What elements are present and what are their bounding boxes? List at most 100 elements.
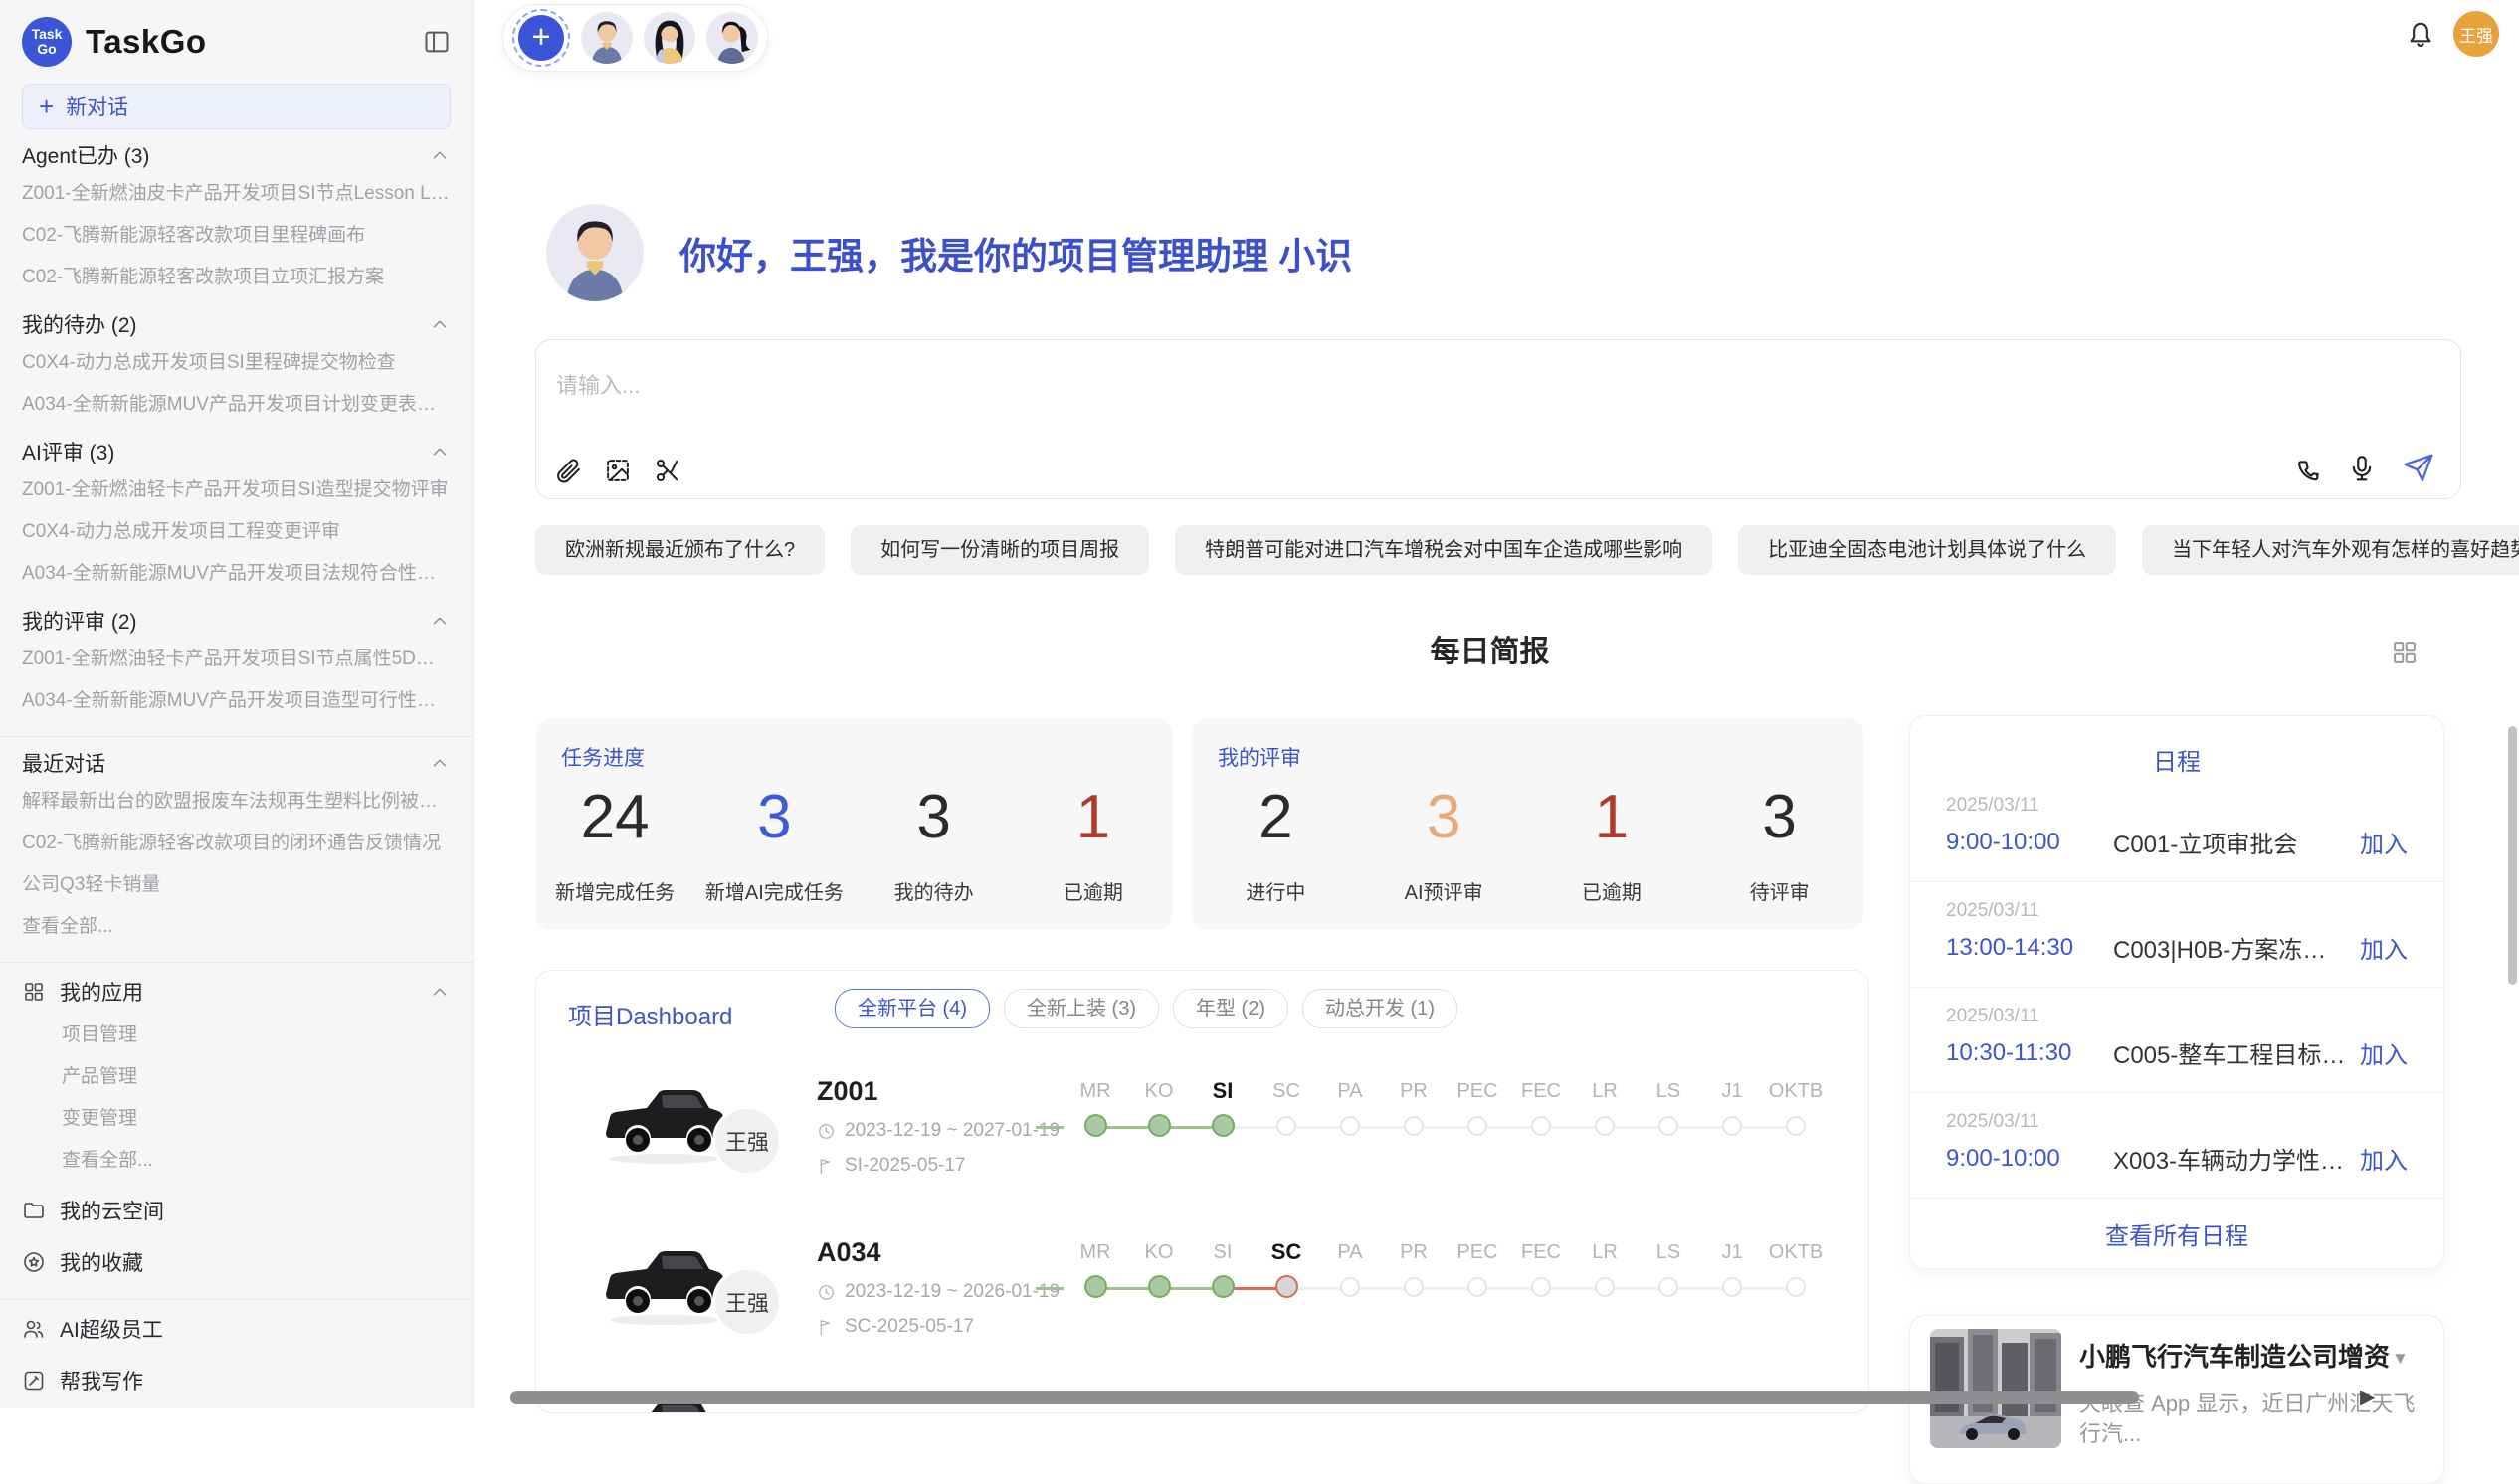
notification-bell-icon[interactable] (2406, 20, 2435, 50)
suggestion-chip[interactable]: 比亚迪全固态电池计划具体说了什么 (1738, 525, 2116, 575)
section-my-review[interactable]: 我的评审 (2) (22, 603, 451, 639)
schedule-item[interactable]: 2025/03/11 13:00-14:30 C003|H0B-方案冻结评审 加… (1910, 882, 2443, 988)
chevron-up-icon[interactable] (429, 144, 451, 166)
assistant-avatar (546, 204, 644, 301)
suggestion-chip[interactable]: 当下年轻人对汽车外观有怎样的喜好趋势 (2142, 525, 2519, 575)
phone-icon[interactable] (2291, 454, 2321, 483)
chevron-up-icon[interactable] (429, 981, 451, 1003)
tab-powertrain[interactable]: 动总开发 (1) (1302, 989, 1457, 1028)
schedule-date: 2025/03/11 (1946, 1006, 2408, 1027)
chevron-up-icon[interactable] (429, 752, 451, 774)
section-agent-done[interactable]: Agent已办 (3) (22, 137, 451, 173)
list-item[interactable]: Z001-全新燃油轻卡产品开发项目SI造型提交物评审 (22, 469, 451, 511)
sidebar-item-product-mgmt[interactable]: 产品管理 (22, 1056, 451, 1098)
stat-my-todo: 3我的待办 (855, 782, 1014, 905)
list-item[interactable]: 公司Q3轻卡销量 (22, 864, 451, 906)
plus-icon: + (39, 93, 54, 119)
sidebar-item-cloud-space[interactable]: 我的云空间 (22, 1188, 451, 1233)
tab-year-model[interactable]: 年型 (2) (1173, 989, 1288, 1028)
divider (0, 1299, 473, 1300)
join-link[interactable]: 加入 (2360, 825, 2408, 859)
new-chat-button[interactable]: + 新对话 (22, 84, 451, 129)
stat-ai-prereview: 3AI预评审 (1360, 782, 1528, 905)
join-link[interactable]: 加入 (2360, 1141, 2408, 1176)
sidebar-item-ai-employee[interactable]: AI超级员工 (22, 1306, 451, 1352)
project-next-milestone: SC-2025-05-17 (845, 1316, 974, 1338)
section-recent-chats[interactable]: 最近对话 (22, 745, 451, 781)
sidebar-collapse-icon[interactable] (423, 28, 451, 56)
task-progress-card: 任务进度 24新增完成任务 3新增AI完成任务 3我的待办 1已逾期 (535, 718, 1173, 930)
list-item[interactable]: Z001-全新燃油轻卡产品开发项目SI节点属性5D文件评审 (22, 639, 451, 680)
clock-icon (817, 1122, 836, 1141)
section-ai-review[interactable]: AI评审 (3) (22, 434, 451, 469)
view-all-link[interactable]: 查看全部... (22, 1140, 451, 1182)
message-input[interactable] (554, 366, 2421, 430)
image-icon[interactable] (604, 457, 632, 484)
chevron-up-icon[interactable] (429, 610, 451, 632)
schedule-item[interactable]: 2025/03/11 10:30-11:30 C005-整车工程目标评审 加入 (1910, 988, 2443, 1093)
add-agent-button[interactable]: + (512, 9, 570, 67)
chevron-up-icon[interactable] (429, 441, 451, 463)
message-composer (535, 339, 2461, 499)
project-name: A034 (817, 1237, 1060, 1268)
list-item[interactable]: C02-飞腾新能源轻客改款项目立项汇报方案 (22, 257, 451, 298)
list-item[interactable]: A034-全新新能源MUV产品开发项目造型可行性评审 (22, 680, 451, 722)
list-item[interactable]: C02-飞腾新能源轻客改款项目的闭环通告反馈情况 (22, 823, 451, 864)
sidebar-item-project-mgmt[interactable]: 项目管理 (22, 1015, 451, 1056)
stat-new-done: 24新增完成任务 (535, 782, 694, 905)
suggestion-chip[interactable]: 特朗普可能对进口汽车增税会对中国车企造成哪些影响 (1175, 525, 1712, 575)
schedule-card: 日程 2025/03/11 9:00-10:00 C001-立项审批会 加入 2… (1909, 715, 2444, 1269)
project-row[interactable]: 王强 Z001 2023-12-19 ~ 2027-01-19 SI-2025-… (536, 1070, 1868, 1209)
card-title: 任务进度 (561, 742, 1173, 772)
schedule-date: 2025/03/11 (1946, 795, 2408, 817)
section-my-todo[interactable]: 我的待办 (2) (22, 306, 451, 342)
layout-grid-icon[interactable] (2391, 639, 2419, 666)
sidebar-item-favorites[interactable]: 我的收藏 (22, 1239, 451, 1285)
horizontal-scrollbar-thumb[interactable] (510, 1391, 2139, 1404)
attachment-icon[interactable] (554, 457, 582, 484)
view-all-schedule-link[interactable]: 查看所有日程 (1910, 1216, 2443, 1251)
join-link[interactable]: 加入 (2360, 1035, 2408, 1070)
schedule-name: C003|H0B-方案冻结评审 (2113, 930, 2346, 965)
list-item[interactable]: 解释最新出台的欧盟报废车法规再生塑料比例被调至15%... (22, 781, 451, 823)
scroll-right-icon[interactable]: ▶ (2360, 1385, 2375, 1409)
member-avatar[interactable] (581, 12, 633, 64)
schedule-item[interactable]: 2025/03/11 9:00-10:00 C001-立项审批会 加入 (1910, 777, 2443, 882)
join-link[interactable]: 加入 (2360, 930, 2408, 965)
member-avatar[interactable] (706, 12, 758, 64)
schedule-item[interactable]: 2025/03/11 9:00-10:00 X003-车辆动力学性能验... 加… (1910, 1093, 2443, 1199)
list-item[interactable]: Z001-全新燃油皮卡产品开发项目SI节点Lesson Learn报告 (22, 173, 451, 215)
chevron-up-icon[interactable] (429, 313, 451, 335)
suggestion-chip[interactable]: 欧洲新规最近颁布了什么? (535, 525, 825, 575)
plus-icon: + (531, 18, 550, 55)
sidebar-item-write-helper[interactable]: 帮我写作 (22, 1358, 451, 1403)
list-item[interactable]: C02-飞腾新能源轻客改款项目里程碑画布 (22, 215, 451, 257)
user-avatar[interactable]: 王强 (2453, 11, 2499, 57)
tab-new-platform[interactable]: 全新平台 (4) (835, 989, 990, 1028)
stat-in-progress: 2进行中 (1192, 782, 1360, 905)
schedule-name: X003-车辆动力学性能验... (2113, 1141, 2346, 1176)
member-avatar[interactable] (644, 12, 695, 64)
schedule-date: 2025/03/11 (1946, 1111, 2408, 1133)
microphone-icon[interactable] (2347, 454, 2377, 483)
suggestion-chip[interactable]: 如何写一份清晰的项目周报 (851, 525, 1149, 575)
schedule-date: 2025/03/11 (1946, 900, 2408, 922)
sidebar-item-change-mgmt[interactable]: 变更管理 (22, 1098, 451, 1140)
send-icon[interactable] (2403, 453, 2434, 484)
milestone-track: MR KO SI SC PA PR PEC FEC LR LS J1 OKTB (1064, 1070, 1828, 1137)
divider (0, 736, 473, 737)
scissors-icon[interactable] (654, 457, 681, 484)
app-title: TaskGo (86, 23, 207, 61)
list-item[interactable]: C0X4-动力总成开发项目SI里程碑提交物检查 (22, 342, 451, 384)
view-all-link[interactable]: 查看全部... (22, 906, 451, 948)
tab-new-body[interactable]: 全新上装 (3) (1004, 989, 1159, 1028)
project-row[interactable]: 王强 A034 2023-12-19 ~ 2026-01-19 SC-2025-… (536, 1231, 1868, 1371)
scroll-down-icon[interactable]: ▼ (2392, 1349, 2409, 1369)
sidebar-item-my-apps[interactable]: 我的应用 (22, 969, 451, 1015)
daily-briefing-header: 每日简报 (535, 631, 2444, 674)
list-item[interactable]: A034-全新新能源MUV产品开发项目法规符合性评审 (22, 553, 451, 595)
vertical-scrollbar-thumb[interactable] (2508, 726, 2517, 985)
list-item[interactable]: C0X4-动力总成开发项目工程变更评审 (22, 511, 451, 553)
list-item[interactable]: A034-全新新能源MUV产品开发项目计划变更表编写 (22, 384, 451, 426)
project-truck-image (600, 1237, 729, 1329)
